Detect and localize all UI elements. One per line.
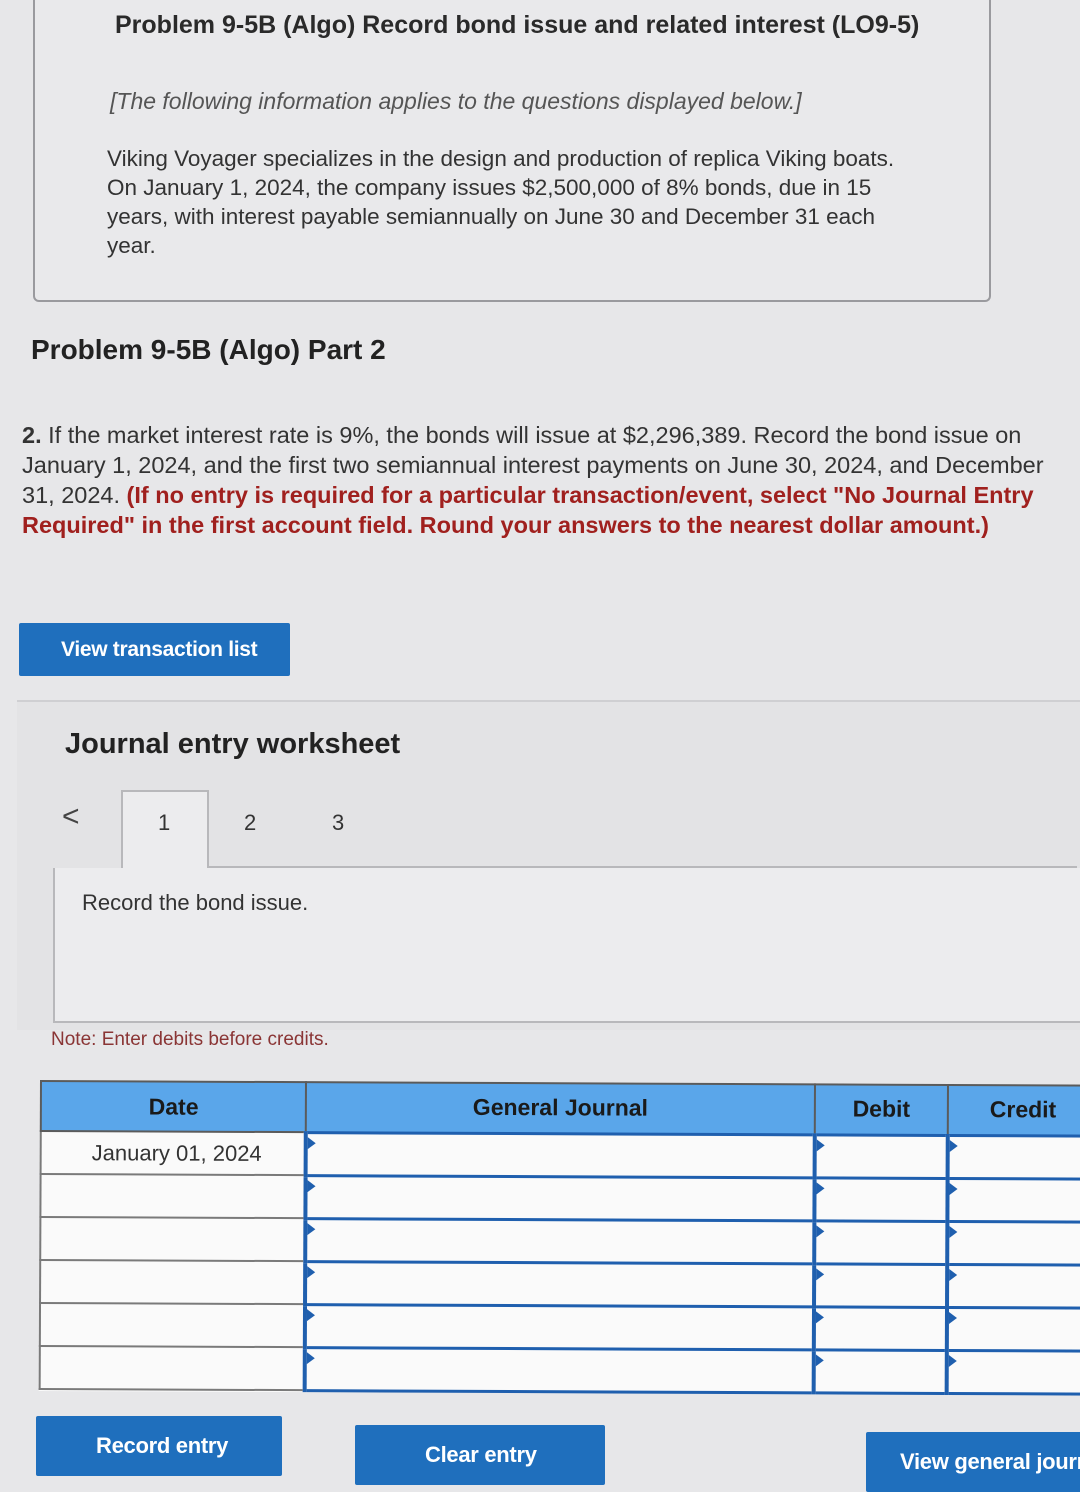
debit-input[interactable] <box>814 1177 948 1221</box>
account-select[interactable] <box>305 1261 814 1307</box>
credit-input[interactable] <box>947 1306 1080 1351</box>
table-row <box>39 1346 1080 1394</box>
dropdown-arrow-icon <box>307 1222 316 1235</box>
table-row <box>40 1260 1080 1308</box>
entry-description: Record the bond issue. <box>82 890 309 915</box>
tab-3[interactable]: 3 <box>332 810 344 836</box>
date-cell <box>39 1346 306 1391</box>
credit-input[interactable] <box>947 1220 1080 1265</box>
credit-input[interactable] <box>947 1263 1080 1308</box>
debit-input[interactable] <box>813 1306 948 1350</box>
dropdown-arrow-icon <box>307 1351 316 1364</box>
view-general-journal-button[interactable]: View general journ <box>866 1432 1080 1492</box>
date-cell <box>40 1174 307 1219</box>
worksheet-title: Journal entry worksheet <box>65 728 401 760</box>
dropdown-arrow-icon <box>308 1136 317 1149</box>
account-select[interactable] <box>305 1347 814 1393</box>
input-arrow-icon <box>815 1310 824 1323</box>
debit-input[interactable] <box>813 1349 948 1393</box>
table-row <box>40 1217 1080 1265</box>
credit-column-header: Credit <box>948 1084 1080 1136</box>
record-entry-button[interactable]: Record entry <box>36 1416 282 1476</box>
account-select[interactable] <box>305 1218 815 1264</box>
tab-1[interactable]: 1 <box>158 810 170 836</box>
dropdown-arrow-icon <box>307 1265 316 1278</box>
previous-tab-chevron-icon[interactable]: < <box>62 800 80 834</box>
entry-note: Note: Enter debits before credits. <box>51 1029 329 1050</box>
credit-input[interactable] <box>947 1134 1080 1179</box>
question-text: 2. If the market interest rate is 9%, th… <box>22 420 1062 540</box>
input-arrow-icon <box>816 1138 825 1151</box>
credit-input[interactable] <box>946 1349 1080 1394</box>
date-cell: January 01, 2024 <box>40 1131 307 1176</box>
account-select[interactable] <box>305 1175 815 1221</box>
debit-input[interactable] <box>814 1134 949 1178</box>
input-arrow-icon <box>816 1181 825 1194</box>
question-number: 2. <box>22 422 42 448</box>
input-arrow-icon <box>815 1353 824 1366</box>
credit-input[interactable] <box>947 1177 1080 1222</box>
date-cell <box>40 1260 306 1305</box>
tab-2[interactable]: 2 <box>244 810 256 836</box>
input-arrow-icon <box>950 1139 959 1152</box>
account-select[interactable] <box>306 1132 815 1178</box>
table-row <box>40 1174 1080 1222</box>
date-cell <box>39 1303 306 1348</box>
debit-column-header: Debit <box>814 1084 949 1135</box>
input-arrow-icon <box>949 1354 958 1367</box>
table-row <box>39 1303 1080 1351</box>
applies-note: [The following information applies to th… <box>110 88 802 114</box>
dropdown-arrow-icon <box>307 1179 316 1192</box>
debit-input[interactable] <box>813 1220 948 1264</box>
debit-input[interactable] <box>813 1263 948 1307</box>
dropdown-arrow-icon <box>307 1308 316 1321</box>
input-arrow-icon <box>949 1182 958 1195</box>
date-column-header: Date <box>40 1081 307 1133</box>
table-row: January 01, 2024 <box>40 1131 1080 1179</box>
input-arrow-icon <box>949 1268 958 1281</box>
input-arrow-icon <box>815 1267 824 1280</box>
general-journal-column-header: General Journal <box>306 1082 815 1135</box>
account-select[interactable] <box>305 1304 814 1350</box>
input-arrow-icon <box>949 1225 958 1238</box>
input-arrow-icon <box>949 1311 958 1324</box>
date-cell <box>40 1217 306 1262</box>
problem-title: Problem 9-5B (Algo) Record bond issue an… <box>115 11 920 39</box>
journal-table: Date General Journal Debit Credit Januar… <box>38 1080 1080 1396</box>
view-transaction-list-button[interactable]: View transaction list <box>19 623 290 676</box>
journal-header-row: Date General Journal Debit Credit <box>40 1081 1080 1136</box>
clear-entry-button[interactable]: Clear entry <box>355 1425 605 1485</box>
problem-description: Viking Voyager specializes in the design… <box>107 146 895 258</box>
part-title: Problem 9-5B (Algo) Part 2 <box>31 334 386 365</box>
question-instruction: (If no entry is required for a particula… <box>22 482 1034 538</box>
input-arrow-icon <box>815 1224 825 1237</box>
